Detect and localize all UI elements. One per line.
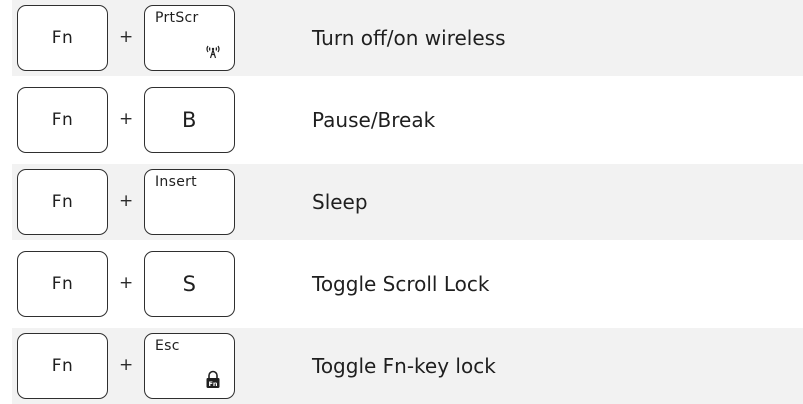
shortcut-row: Fn + PrtScr Turn off/on wireless [12, 0, 803, 76]
shortcut-row: Fn + Insert Sleep [12, 164, 803, 240]
plus-sign: + [119, 109, 134, 129]
wireless-antenna-icon [206, 45, 220, 59]
shortcut-row: Fn + B Pause/Break [12, 82, 803, 158]
plus-sign: + [119, 273, 134, 293]
fn-key: Fn [17, 169, 108, 235]
fn-lock-icon: Fn [206, 370, 220, 388]
shortcut-row: Fn + S Toggle Scroll Lock [12, 246, 803, 322]
key-label: PrtScr [155, 10, 199, 26]
key-label: Insert [155, 174, 197, 190]
insert-key: Insert [144, 169, 235, 235]
fn-key: Fn [17, 333, 108, 399]
shortcut-description: Turn off/on wireless [312, 26, 506, 50]
shortcut-row: Fn + Esc Fn Toggle Fn-key lock [12, 328, 803, 404]
key-label: Esc [155, 338, 180, 354]
fn-key: Fn [17, 87, 108, 153]
shortcut-table: Fn + PrtScr Turn off/on wireless Fn + B … [12, 0, 803, 404]
shortcut-description: Toggle Fn-key lock [312, 354, 496, 378]
shortcut-description: Pause/Break [312, 108, 436, 132]
prtscr-key: PrtScr [144, 5, 235, 71]
plus-sign: + [119, 355, 134, 375]
plus-sign: + [119, 27, 134, 47]
fn-lock-icon-text: Fn [208, 380, 217, 388]
plus-sign: + [119, 191, 134, 211]
fn-key: Fn [17, 251, 108, 317]
s-key: S [144, 251, 235, 317]
fn-key: Fn [17, 5, 108, 71]
shortcut-description: Toggle Scroll Lock [312, 272, 490, 296]
shortcut-description: Sleep [312, 190, 368, 214]
b-key: B [144, 87, 235, 153]
esc-key: Esc Fn [144, 333, 235, 399]
